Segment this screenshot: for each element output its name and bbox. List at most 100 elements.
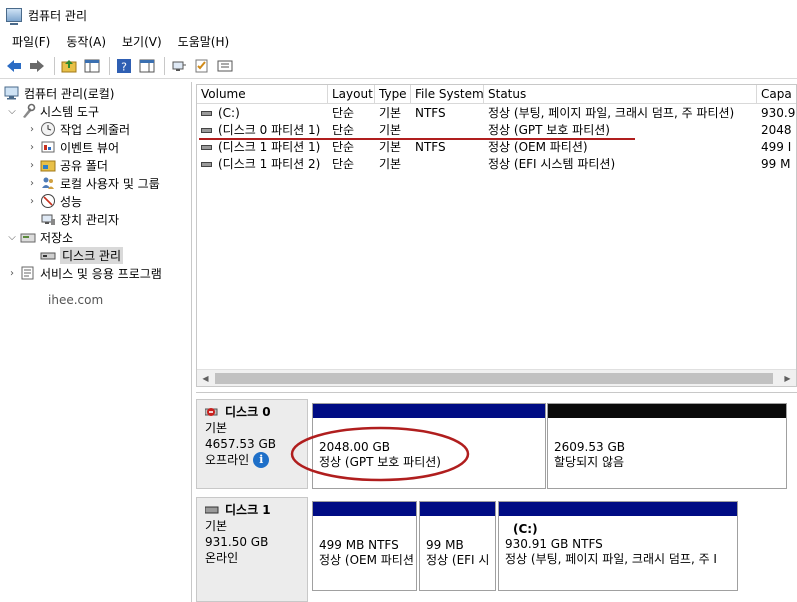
list-header: Volume Layout Type File System Status Ca…	[197, 85, 796, 104]
chevron-down-icon[interactable]: ⌵	[6, 232, 18, 243]
partition-label: (C:)	[513, 522, 538, 536]
shared-folder-icon	[40, 157, 56, 173]
disk1-label[interactable]: 디스크 1 기본 931.50 GB 온라인	[196, 497, 308, 602]
volume-type: 기본	[379, 106, 402, 120]
scroll-left-icon[interactable]: ◀	[197, 370, 214, 386]
scroll-right-icon[interactable]: ▶	[779, 370, 796, 386]
table-row[interactable]: (C:) 단순 기본 NTFS 정상 (부팅, 페이지 파일, 크래시 덤프, …	[197, 105, 796, 122]
volume-capacity: 99 M	[761, 157, 791, 171]
partition-bar	[420, 502, 495, 516]
toolbar-divider	[109, 56, 110, 75]
window-title: 컴퓨터 관리	[28, 8, 88, 23]
volume-icon	[201, 145, 212, 150]
column-header-layout[interactable]: Layout	[328, 85, 375, 104]
table-row[interactable]: (디스크 1 파티션 2) 단순 기본 정상 (EFI 시스템 파티션) 99 …	[197, 156, 796, 173]
show-console-tree-icon[interactable]	[82, 56, 102, 76]
chevron-down-icon[interactable]: ⌵	[6, 106, 18, 117]
tree-item-disk-management[interactable]: 디스크 관리	[40, 246, 124, 264]
chevron-right-icon[interactable]: ›	[26, 124, 38, 135]
checklist-icon[interactable]	[192, 56, 212, 76]
connect-icon[interactable]	[169, 56, 189, 76]
volume-fs	[415, 156, 484, 173]
disk-management-icon	[40, 247, 56, 263]
computer-management-icon	[6, 8, 22, 25]
scrollbar-thumb[interactable]	[215, 373, 773, 384]
up-folder-icon[interactable]	[59, 56, 79, 76]
column-header-capacity[interactable]: Capa	[757, 85, 796, 104]
volume-type: 기본	[379, 157, 402, 171]
users-icon	[40, 175, 56, 191]
horizontal-scrollbar[interactable]: ◀ ▶	[197, 369, 796, 386]
offline-disk-icon	[205, 406, 219, 418]
column-header-volume[interactable]: Volume	[197, 85, 328, 104]
tree-item-label: 성능	[60, 194, 83, 209]
services-icon	[20, 265, 36, 281]
tree-item-label: 공유 폴더	[60, 158, 108, 173]
tree-item-performance[interactable]: › 성능	[26, 192, 82, 210]
partition-size: 99 MB	[426, 538, 464, 552]
tree-item-shared-folders[interactable]: › 공유 폴더	[26, 156, 108, 174]
disk0-unallocated[interactable]: 2609.53 GB 할당되지 않음	[547, 403, 787, 489]
event-viewer-icon	[40, 139, 56, 155]
column-header-type[interactable]: Type	[375, 85, 411, 104]
disk1-partition-oem[interactable]: 499 MB NTFS 정상 (OEM 파티션	[312, 501, 417, 591]
watermark: ihee.com	[48, 293, 104, 307]
tree-item-task-scheduler[interactable]: › 작업 스케줄러	[26, 120, 130, 138]
menu-view[interactable]: 보기(V)	[116, 33, 168, 50]
menu-help[interactable]: 도움말(H)	[172, 33, 236, 50]
disk0-state: 오프라인	[205, 453, 250, 467]
partition-size: 930.91 GB NTFS	[505, 537, 603, 551]
table-row[interactable]: (디스크 1 파티션 1) 단순 기본 NTFS 정상 (OEM 파티션) 49…	[197, 139, 796, 156]
tree-item-root[interactable]: 컴퓨터 관리(로컬)	[4, 84, 114, 102]
table-row[interactable]: (디스크 0 파티션 1) 단순 기본 정상 (GPT 보호 파티션) 2048	[197, 122, 796, 139]
tree-item-device-manager[interactable]: 장치 관리자	[40, 210, 119, 228]
volume-name: (C:)	[218, 106, 240, 120]
tree-item-local-users[interactable]: › 로컬 사용자 및 그룹	[26, 174, 160, 192]
volume-name: (디스크 0 파티션 1)	[218, 123, 321, 137]
info-icon[interactable]: i	[253, 452, 270, 468]
tree-item-services[interactable]: › 서비스 및 응용 프로그램	[6, 264, 162, 282]
chevron-right-icon[interactable]: ›	[26, 142, 38, 153]
volume-layout: 단순	[332, 123, 355, 137]
tree-item-storage[interactable]: ⌵ 저장소	[6, 228, 73, 246]
tree-item-label: 장치 관리자	[60, 212, 120, 227]
volume-fs: NTFS	[415, 140, 446, 154]
tree-item-event-viewer[interactable]: › 이벤트 뷰어	[26, 138, 119, 156]
chevron-right-icon[interactable]: ›	[26, 178, 38, 189]
disk0-title: 디스크 0	[205, 404, 307, 420]
back-icon[interactable]	[4, 56, 24, 76]
chevron-right-icon[interactable]: ›	[6, 268, 18, 279]
chevron-right-icon[interactable]: ›	[26, 160, 38, 171]
storage-icon	[20, 229, 36, 245]
partition-bar	[313, 502, 416, 516]
volume-capacity: 2048	[761, 123, 792, 137]
column-header-status[interactable]: Status	[484, 85, 757, 104]
properties-icon[interactable]	[215, 56, 235, 76]
annotation-ellipse	[290, 426, 470, 482]
disk1-partition-c[interactable]: (C:) 930.91 GB NTFS 정상 (부팅, 페이지 파일, 크래시 …	[498, 501, 738, 591]
disk1-size: 931.50 GB	[205, 535, 269, 549]
partition-bar	[499, 502, 737, 516]
forward-icon[interactable]	[27, 56, 47, 76]
menu-action[interactable]: 동작(A)	[60, 33, 112, 50]
tools-icon	[20, 103, 36, 119]
toolbar: ?	[0, 53, 797, 79]
action-pane-icon[interactable]	[137, 56, 157, 76]
tree-item-label: 시스템 도구	[40, 104, 100, 119]
tree-item-label: 서비스 및 응용 프로그램	[40, 266, 162, 281]
volume-capacity: 930.9	[761, 106, 796, 120]
disk1-title: 디스크 1	[205, 502, 307, 518]
partition-status: 할당되지 않음	[554, 455, 625, 469]
menu-file[interactable]: 파일(F)	[6, 33, 56, 50]
help-icon[interactable]: ?	[114, 56, 134, 76]
column-header-file-system[interactable]: File System	[411, 85, 484, 104]
volume-icon	[201, 162, 212, 167]
chevron-right-icon[interactable]: ›	[26, 196, 38, 207]
volume-status: 정상 (OEM 파티션)	[488, 140, 588, 154]
tree-item-system-tools[interactable]: ⌵ 시스템 도구	[6, 102, 99, 120]
disk1-partition-efi[interactable]: 99 MB 정상 (EFI 시	[419, 501, 496, 591]
tree-item-label: 컴퓨터 관리(로컬)	[24, 86, 115, 101]
partition-size: 499 MB NTFS	[319, 538, 399, 552]
partition-status: 정상 (EFI 시	[426, 553, 490, 567]
partition-bar	[548, 404, 786, 418]
